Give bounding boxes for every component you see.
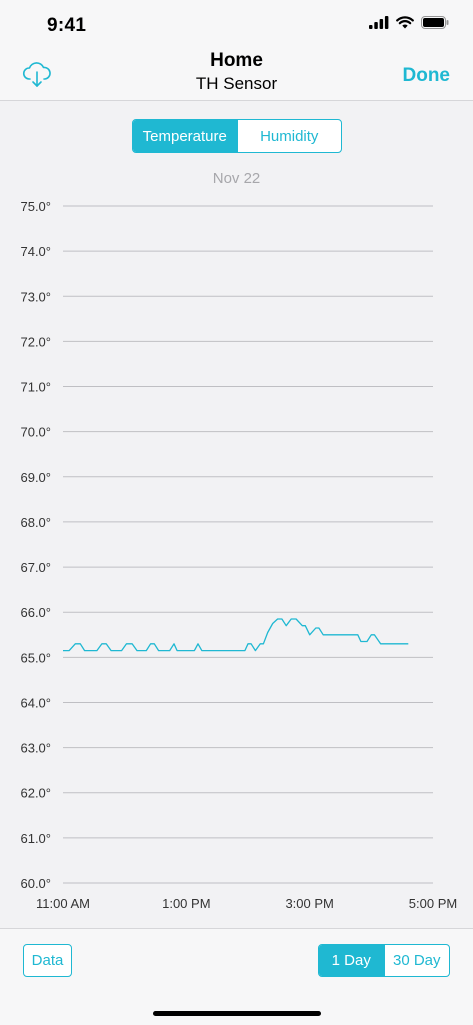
tab-temperature[interactable]: Temperature	[133, 120, 237, 152]
y-tick-label: 73.0°	[20, 289, 51, 304]
y-tick-label: 69.0°	[20, 470, 51, 485]
status-icons	[369, 16, 449, 29]
wifi-icon	[396, 16, 414, 29]
cellular-signal-icon	[369, 16, 389, 29]
home-indicator	[153, 1011, 321, 1016]
status-bar: 9:41	[0, 0, 473, 50]
chart-date-label: Nov 22	[212, 170, 261, 187]
y-tick-label: 62.0°	[20, 786, 51, 801]
battery-icon	[421, 16, 449, 29]
range-segmented-control: 1 Day 30 Day	[318, 944, 450, 977]
y-tick-label: 66.0°	[20, 605, 51, 620]
y-tick-label: 68.0°	[20, 515, 51, 530]
metric-segmented-control: Temperature Humidity	[132, 119, 342, 153]
y-tick-label: 60.0°	[20, 876, 51, 891]
bottom-toolbar: Data 1 Day 30 Day	[0, 928, 473, 1025]
data-button[interactable]: Data	[23, 944, 72, 977]
y-tick-label: 61.0°	[20, 831, 51, 846]
y-tick-label: 71.0°	[20, 380, 51, 395]
y-tick-label: 70.0°	[20, 425, 51, 440]
navigation-bar: Home TH Sensor Done	[0, 50, 473, 101]
y-tick-label: 72.0°	[20, 334, 51, 349]
temperature-series-line	[63, 618, 409, 652]
x-tick-label: 3:00 PM	[285, 896, 333, 911]
status-time: 9:41	[47, 15, 87, 36]
tab-humidity[interactable]: Humidity	[236, 120, 342, 152]
y-tick-label: 67.0°	[20, 560, 51, 575]
done-button[interactable]: Done	[403, 65, 451, 87]
x-tick-label: 5:00 PM	[409, 896, 457, 911]
y-tick-label: 63.0°	[20, 741, 51, 756]
temperature-line-chart: 75.0° 74.0° 73.0° 72.0° 71.0° 70.0° 69.0° 68.0°…	[20, 199, 457, 911]
range-1-day[interactable]: 1 Day	[319, 945, 384, 976]
y-tick-label: 75.0°	[20, 199, 51, 214]
y-tick-label: 74.0°	[20, 244, 51, 259]
x-tick-label: 11:00 AM	[36, 896, 90, 911]
y-tick-label: 65.0°	[20, 650, 51, 665]
range-30-day[interactable]: 30 Day	[383, 945, 450, 976]
y-tick-label: 64.0°	[20, 695, 51, 710]
x-tick-label: 1:00 PM	[162, 896, 210, 911]
